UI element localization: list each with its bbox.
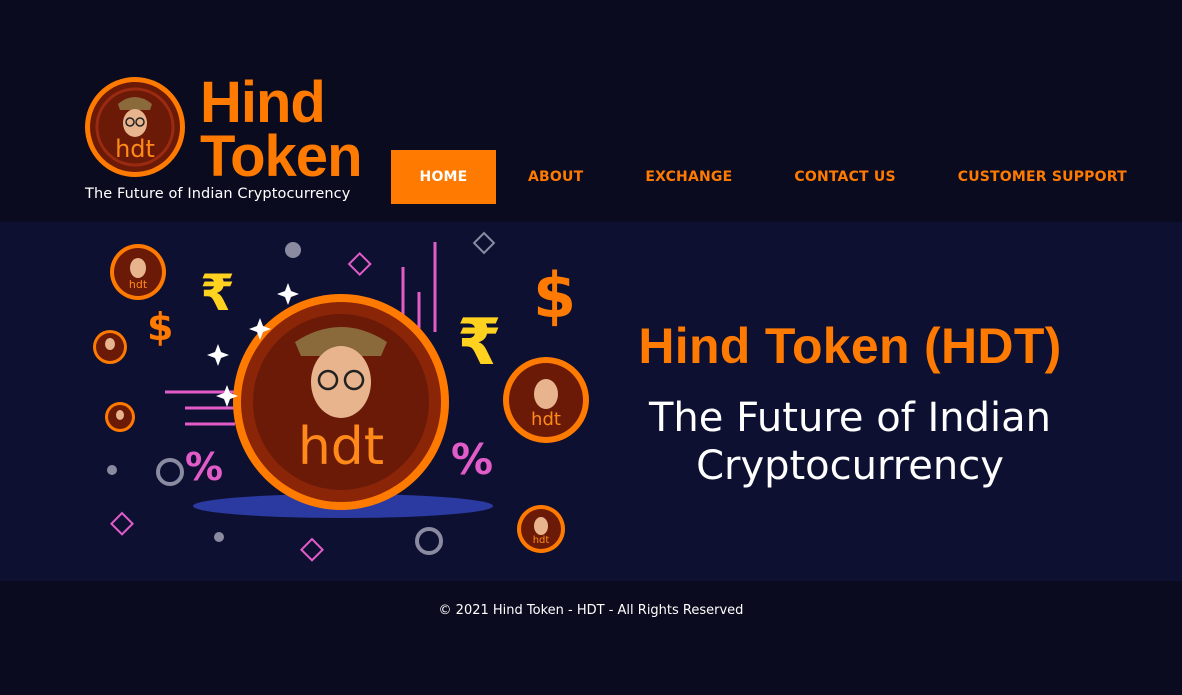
logo-wordmark: Hind Token <box>200 70 362 189</box>
copyright-text: © 2021 Hind Token - HDT - All Rights Res… <box>438 603 744 618</box>
nav-contact-us[interactable]: CONTACT US <box>794 150 895 204</box>
hero-title: Hind Token (HDT) <box>638 318 1062 374</box>
nav-home[interactable]: HOME <box>391 150 496 204</box>
logo-coin-text: hdt <box>115 135 155 163</box>
hero-coin-text: hdt <box>298 417 384 477</box>
percent-symbol-1: % <box>185 445 223 489</box>
rupee-symbol-1: ₹ <box>200 264 235 322</box>
small-coin-5: hdt <box>517 505 565 553</box>
logo-word-token: Token <box>200 124 362 189</box>
small-coin-text: hdt <box>531 409 561 430</box>
dollar-symbol-2: $ <box>533 259 576 332</box>
small-coin-4: hdt <box>503 357 589 443</box>
dollar-symbol-1: $ <box>147 305 173 349</box>
hero-banner: hdt hdt hdt hdt ₹ ₹ $ $ % % Hind Token (… <box>0 222 1182 581</box>
hero-main-coin: hdt <box>233 294 449 510</box>
nav-about[interactable]: ABOUT <box>528 150 583 204</box>
site-logo[interactable]: hdt Hind Token The Future of Indian Cryp… <box>84 74 362 206</box>
small-coin-2 <box>93 330 127 364</box>
hero-subtitle-line2: Cryptocurrency <box>696 443 1004 489</box>
small-coin-text: hdt <box>129 278 148 291</box>
main-nav: HOME ABOUT EXCHANGE CONTACT US CUSTOMER … <box>391 150 1127 204</box>
percent-symbol-2: % <box>451 435 493 484</box>
logo-word-hind: Hind <box>200 70 326 135</box>
nav-exchange[interactable]: EXCHANGE <box>645 150 732 204</box>
logo-tagline: The Future of Indian Cryptocurrency <box>85 186 351 202</box>
small-coin-1: hdt <box>110 244 166 300</box>
hero-subtitle-line1: The Future of Indian <box>649 395 1051 441</box>
rupee-symbol-2: ₹ <box>457 306 502 380</box>
hero-subtitle: The Future of Indian Cryptocurrency <box>600 394 1100 490</box>
hero-illustration: hdt hdt hdt hdt ₹ ₹ $ $ % % <box>93 231 589 562</box>
small-coin-text: hdt <box>533 535 550 546</box>
small-coin-3 <box>105 402 135 432</box>
hdt-coin-logo-icon: hdt <box>85 77 185 177</box>
site-footer: © 2021 Hind Token - HDT - All Rights Res… <box>0 581 1182 695</box>
site-header: hdt Hind Token The Future of Indian Cryp… <box>0 0 1182 222</box>
nav-customer-support[interactable]: CUSTOMER SUPPORT <box>958 150 1127 204</box>
